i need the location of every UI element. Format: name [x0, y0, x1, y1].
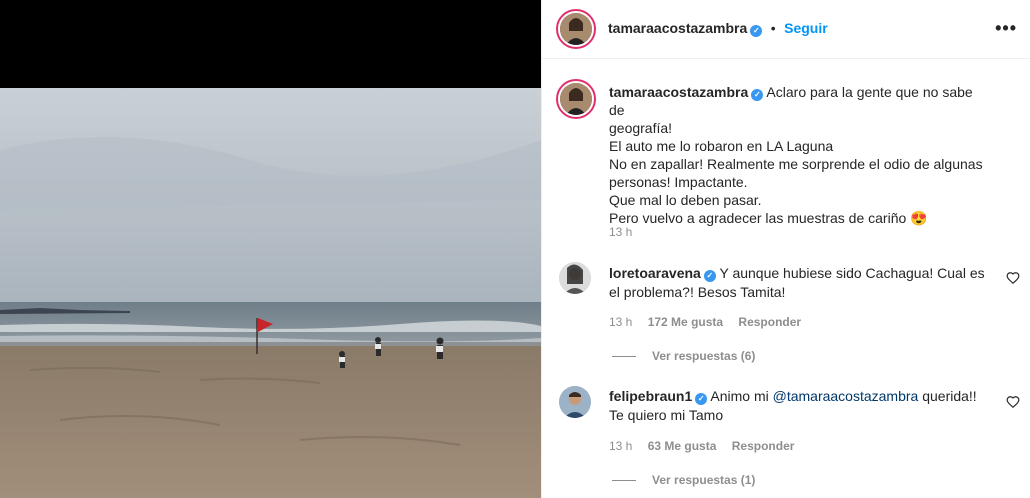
caption-line: Pero vuelvo a agradecer las muestras de …	[609, 210, 928, 226]
more-options-icon[interactable]: •••	[995, 18, 1017, 39]
author-line: tamaraacostazambra ✓ • Seguir	[608, 20, 828, 38]
view-replies-button[interactable]: Ver respuestas (1)	[612, 473, 755, 487]
comment-likes[interactable]: 63 Me gusta	[648, 439, 717, 453]
caption-username[interactable]: tamaraacostazambra	[609, 84, 748, 100]
verified-badge-icon: ✓	[703, 270, 716, 282]
caption-text: tamaraacostazambra ✓ Aclaro para la gente…	[609, 83, 989, 227]
view-replies-button[interactable]: Ver respuestas (6)	[612, 349, 755, 363]
reply-button[interactable]: Responder	[732, 439, 795, 453]
author-username[interactable]: tamaraacostazambra	[608, 20, 747, 36]
comment-text: felipebraun1 ✓ Animo mi @tamaraacostazamb…	[609, 387, 989, 425]
caption-meta: 13 h	[609, 225, 644, 239]
caption-avatar[interactable]	[556, 79, 596, 119]
author-avatar[interactable]	[556, 9, 596, 49]
comment-username[interactable]: felipebraun1	[609, 388, 692, 404]
caption-line: El auto me lo robaron en LA Laguna	[609, 138, 834, 154]
commenter-avatar[interactable]	[559, 262, 591, 294]
reply-button[interactable]: Responder	[738, 315, 801, 329]
comment-meta: 13 h 172 Me gusta Responder	[609, 315, 813, 329]
replies-divider	[612, 355, 636, 357]
follow-button[interactable]: Seguir	[784, 20, 828, 36]
caption-line: Que mal lo deben pasar.	[609, 192, 762, 208]
heart-icon[interactable]	[1006, 395, 1020, 409]
comment-text: loretoaravena ✓ Y aunque hubiese sido Cac…	[609, 264, 989, 302]
caption-line: geografía!	[609, 120, 673, 136]
post-photo[interactable]	[0, 0, 541, 498]
commenter-avatar[interactable]	[559, 386, 591, 418]
caption-time: 13 h	[609, 225, 633, 239]
comment-body-start: Animo mi	[710, 388, 773, 404]
post-header: tamaraacostazambra ✓ • Seguir •••	[542, 0, 1030, 59]
comment-time: 13 h	[609, 315, 633, 329]
verified-badge-icon: ✓	[695, 393, 708, 405]
heart-icon[interactable]	[1006, 271, 1020, 285]
beach-photo	[0, 0, 541, 498]
caption-line: No en zapallar! Realmente me sorprende e…	[609, 156, 983, 172]
comment-meta: 13 h 63 Me gusta Responder	[609, 439, 806, 453]
view-replies-label: Ver respuestas (1)	[652, 473, 756, 487]
comment-time: 13 h	[609, 439, 633, 453]
comment-likes[interactable]: 172 Me gusta	[648, 315, 723, 329]
caption-first-line: tamaraacostazambra ✓ Aclaro para la gente…	[609, 83, 989, 119]
separator-dot: •	[770, 20, 776, 36]
comment-username[interactable]: loretoaravena	[609, 265, 701, 281]
post-side-panel: tamaraacostazambra ✓ • Seguir ••• tamaraa…	[541, 0, 1030, 498]
verified-badge-icon: ✓	[751, 89, 764, 101]
mention-link[interactable]: @tamaraacostazambra	[773, 388, 919, 404]
view-replies-label: Ver respuestas (6)	[652, 349, 756, 363]
replies-divider	[612, 479, 636, 481]
caption-line: personas! Impactante.	[609, 174, 748, 190]
verified-badge-icon: ✓	[750, 25, 763, 37]
